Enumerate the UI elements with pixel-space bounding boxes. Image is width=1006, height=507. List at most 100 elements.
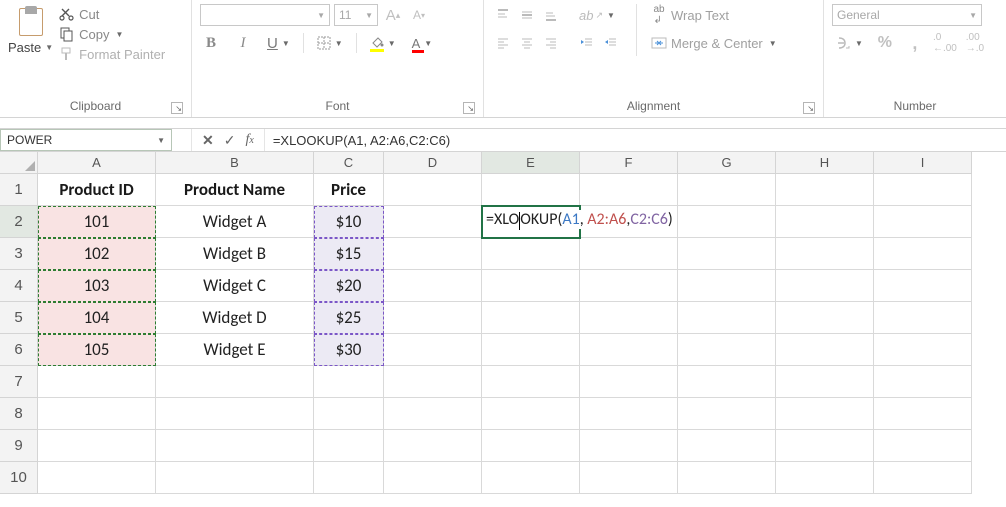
cell-E1[interactable] — [482, 174, 580, 206]
cell-A4[interactable]: 103 — [38, 270, 156, 302]
align-middle-button[interactable] — [516, 4, 538, 26]
col-header-F[interactable]: F — [580, 152, 678, 174]
paste-button[interactable]: Paste ▼ — [8, 4, 53, 55]
cell-I9[interactable] — [874, 430, 972, 462]
cell-C3[interactable]: $15 — [314, 238, 384, 270]
comma-button[interactable]: , — [904, 32, 926, 54]
cell-I2[interactable] — [874, 206, 972, 238]
cell-A10[interactable] — [38, 462, 156, 494]
format-painter-button[interactable]: Format Painter — [59, 46, 165, 62]
increase-decimal-button[interactable]: .0←.00 — [934, 32, 956, 54]
cell-H6[interactable] — [776, 334, 874, 366]
cell-G1[interactable] — [678, 174, 776, 206]
fill-color-button[interactable]: ▼ — [367, 32, 399, 54]
cell-B9[interactable] — [156, 430, 314, 462]
cell-B7[interactable] — [156, 366, 314, 398]
cell-A1[interactable]: Product ID — [38, 174, 156, 206]
cell-B6[interactable]: Widget E — [156, 334, 314, 366]
cell-C8[interactable] — [314, 398, 384, 430]
cell-H4[interactable] — [776, 270, 874, 302]
cell-E5[interactable] — [482, 302, 580, 334]
row-header-6[interactable]: 6 — [0, 334, 38, 366]
col-header-A[interactable]: A — [38, 152, 156, 174]
align-bottom-button[interactable] — [540, 4, 562, 26]
cell-G4[interactable] — [678, 270, 776, 302]
underline-button[interactable]: U▼ — [264, 32, 293, 54]
font-name-combo[interactable]: ▼ — [200, 4, 330, 26]
cell-E9[interactable] — [482, 430, 580, 462]
name-box[interactable]: POWER ▼ — [0, 129, 172, 151]
cell-F9[interactable] — [580, 430, 678, 462]
decrease-decimal-button[interactable]: .00→.0 — [964, 32, 986, 54]
cell-B1[interactable]: Product Name — [156, 174, 314, 206]
cell-I4[interactable] — [874, 270, 972, 302]
col-header-E[interactable]: E — [482, 152, 580, 174]
cell-D9[interactable] — [384, 430, 482, 462]
decrease-font-button[interactable]: A▾ — [408, 4, 430, 26]
increase-font-button[interactable]: A▴ — [382, 4, 404, 26]
cell-C5[interactable]: $25 — [314, 302, 384, 334]
cell-E8[interactable] — [482, 398, 580, 430]
cell-F7[interactable] — [580, 366, 678, 398]
cell-G6[interactable] — [678, 334, 776, 366]
cell-F8[interactable] — [580, 398, 678, 430]
chevron-down-icon[interactable]: ▼ — [116, 30, 124, 39]
cell-C1[interactable]: Price — [314, 174, 384, 206]
cell-F3[interactable] — [580, 238, 678, 270]
cell-B8[interactable] — [156, 398, 314, 430]
wrap-text-button[interactable]: ab↲ Wrap Text — [651, 4, 777, 26]
cell-H3[interactable] — [776, 238, 874, 270]
cell-C10[interactable] — [314, 462, 384, 494]
cell-A3[interactable]: 102 — [38, 238, 156, 270]
cell-D10[interactable] — [384, 462, 482, 494]
merge-center-button[interactable]: Merge & Center ▼ — [651, 32, 777, 54]
cell-D2[interactable] — [384, 206, 482, 238]
col-header-G[interactable]: G — [678, 152, 776, 174]
cell-G7[interactable] — [678, 366, 776, 398]
accounting-format-button[interactable]: ▼ — [832, 32, 866, 54]
cell-A2[interactable]: 101 — [38, 206, 156, 238]
cell-F10[interactable] — [580, 462, 678, 494]
cell-G8[interactable] — [678, 398, 776, 430]
row-header-7[interactable]: 7 — [0, 366, 38, 398]
bold-button[interactable]: B — [200, 32, 222, 54]
cell-H8[interactable] — [776, 398, 874, 430]
select-all-corner[interactable] — [0, 152, 38, 174]
cell-H2[interactable] — [776, 206, 874, 238]
col-header-D[interactable]: D — [384, 152, 482, 174]
row-header-2[interactable]: 2 — [0, 206, 38, 238]
cell-C9[interactable] — [314, 430, 384, 462]
chevron-down-icon[interactable]: ▼ — [157, 136, 165, 145]
cell-G2[interactable] — [678, 206, 776, 238]
font-size-combo[interactable]: 11 ▼ — [334, 4, 378, 26]
cell-D5[interactable] — [384, 302, 482, 334]
cell-A5[interactable]: 104 — [38, 302, 156, 334]
cell-H5[interactable] — [776, 302, 874, 334]
cell-F5[interactable] — [580, 302, 678, 334]
increase-indent-button[interactable] — [600, 32, 622, 54]
col-header-B[interactable]: B — [156, 152, 314, 174]
cell-D6[interactable] — [384, 334, 482, 366]
align-top-button[interactable] — [492, 4, 514, 26]
align-center-button[interactable] — [516, 32, 538, 54]
cell-D1[interactable] — [384, 174, 482, 206]
cell-B2[interactable]: Widget A — [156, 206, 314, 238]
cell-A7[interactable] — [38, 366, 156, 398]
cell-I6[interactable] — [874, 334, 972, 366]
cell-I3[interactable] — [874, 238, 972, 270]
cell-E7[interactable] — [482, 366, 580, 398]
cell-E2[interactable]: =XLOOKUP(A1, A2:A6,C2:C6) — [482, 206, 580, 238]
dialog-launcher-icon[interactable]: ↘ — [171, 102, 183, 114]
cell-E4[interactable] — [482, 270, 580, 302]
cell-E10[interactable] — [482, 462, 580, 494]
cell-G9[interactable] — [678, 430, 776, 462]
number-format-combo[interactable]: General ▼ — [832, 4, 982, 26]
row-header-5[interactable]: 5 — [0, 302, 38, 334]
cell-D8[interactable] — [384, 398, 482, 430]
cell-E6[interactable] — [482, 334, 580, 366]
cell-B4[interactable]: Widget C — [156, 270, 314, 302]
cancel-formula-button[interactable]: ✕ — [202, 132, 214, 149]
row-header-4[interactable]: 4 — [0, 270, 38, 302]
cell-E3[interactable] — [482, 238, 580, 270]
chevron-down-icon[interactable]: ▼ — [45, 43, 53, 52]
